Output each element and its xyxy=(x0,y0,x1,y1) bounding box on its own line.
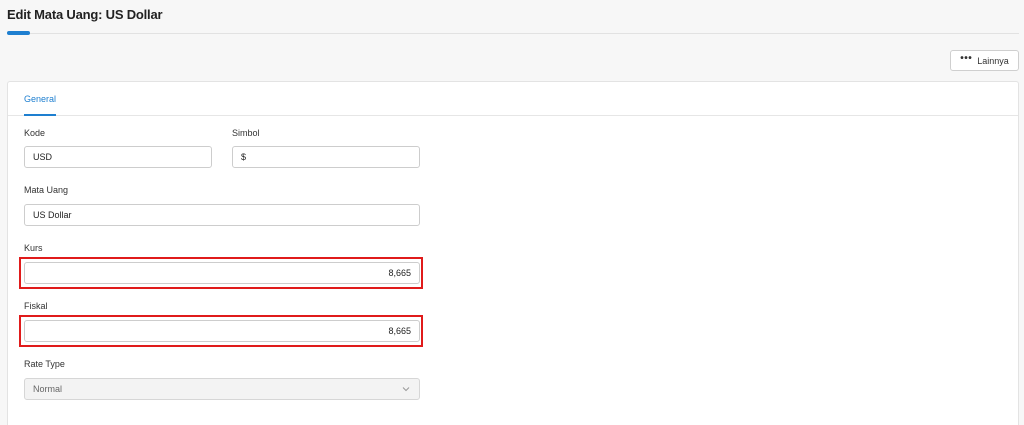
kode-value: USD xyxy=(33,152,53,162)
kode-field[interactable]: USD xyxy=(24,146,212,168)
title-accent-bar xyxy=(7,31,30,35)
kurs-field[interactable]: 8,665 xyxy=(24,262,420,284)
more-button-label: Lainnya xyxy=(977,55,1009,66)
tab-general-underline xyxy=(24,114,56,116)
simbol-field[interactable]: $ xyxy=(232,146,420,168)
fiskal-value: 8,665 xyxy=(388,326,411,336)
page-title: Edit Mata Uang: US Dollar xyxy=(7,7,163,22)
simbol-label: Simbol xyxy=(232,128,260,138)
simbol-value: $ xyxy=(241,152,247,162)
rate-type-select[interactable]: Normal xyxy=(24,378,420,400)
kode-label: Kode xyxy=(24,128,46,138)
more-dots-icon: ••• xyxy=(960,52,973,64)
kurs-label: Kurs xyxy=(24,243,43,253)
tab-general[interactable]: General xyxy=(24,82,56,116)
form-card: General Kode USD Simbol $ Mata Uang US D… xyxy=(7,81,1019,425)
mata-uang-field[interactable]: US Dollar xyxy=(24,204,420,226)
kurs-value: 8,665 xyxy=(388,268,411,278)
mata-uang-value: US Dollar xyxy=(33,210,72,220)
chevron-down-icon xyxy=(402,387,410,392)
rate-type-value: Normal xyxy=(33,384,63,394)
tab-bar: General xyxy=(8,82,1018,116)
rate-type-label: Rate Type xyxy=(24,359,65,369)
fiskal-label: Fiskal xyxy=(24,301,48,311)
title-divider xyxy=(7,33,1019,34)
fiskal-field[interactable]: 8,665 xyxy=(24,320,420,342)
more-button[interactable]: ••• Lainnya xyxy=(950,50,1019,71)
mata-uang-label: Mata Uang xyxy=(24,185,69,195)
